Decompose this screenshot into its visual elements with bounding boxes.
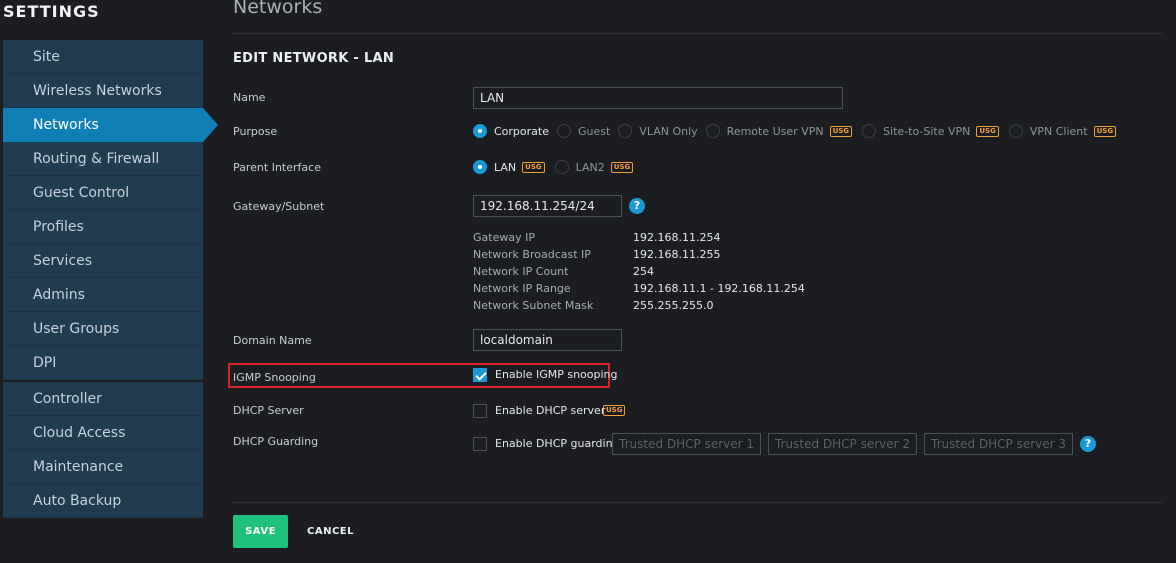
purpose-radio-group: Corporate Guest VLAN Only Remote User VP… [473, 124, 1126, 138]
dhcp-server-check-label[interactable]: Enable DHCP server [495, 404, 605, 417]
broadcast-ip-value: 192.168.11.255 [633, 248, 721, 261]
igmp-snooping-label: IGMP Snooping [233, 371, 316, 384]
dhcp-guarding-label: DHCP Guarding [233, 435, 319, 448]
purpose-vlan-only-label[interactable]: VLAN Only [639, 125, 697, 138]
ip-count-value: 254 [633, 265, 654, 278]
form-title: EDIT NETWORK - LAN [233, 51, 395, 66]
gateway-subnet-label: Gateway/Subnet [233, 200, 325, 213]
usg-badge: USG [829, 125, 853, 137]
nav-item-dpi[interactable]: DPI [3, 346, 203, 380]
dhcp-server-label: DHCP Server [233, 404, 304, 417]
purpose-remote-user-vpn-label[interactable]: Remote User VPN [727, 125, 824, 138]
nav-item-routing-firewall[interactable]: Routing & Firewall [3, 142, 203, 176]
purpose-site-to-site-vpn-radio[interactable] [862, 124, 877, 138]
nav-item-site[interactable]: Site [3, 40, 203, 74]
gateway-ip-value: 192.168.11.254 [633, 231, 721, 244]
cancel-button[interactable]: CANCEL [307, 515, 354, 548]
nav-item-wireless-networks[interactable]: Wireless Networks [3, 74, 203, 108]
purpose-site-to-site-vpn-label[interactable]: Site-to-Site VPN [883, 125, 970, 138]
usg-badge: USG [522, 161, 545, 173]
nav-item-maintenance[interactable]: Maintenance [3, 450, 203, 484]
broadcast-ip-key: Network Broadcast IP [473, 248, 591, 261]
nav-item-profiles[interactable]: Profiles [3, 210, 203, 244]
purpose-corporate-label[interactable]: Corporate [494, 125, 549, 138]
dhcp-guarding-check-label[interactable]: Enable DHCP guarding [495, 437, 620, 450]
save-button[interactable]: SAVE [233, 515, 288, 548]
igmp-snooping-checkbox[interactable] [473, 368, 487, 382]
ip-count-key: Network IP Count [473, 265, 569, 278]
purpose-guest-label[interactable]: Guest [578, 125, 610, 138]
gateway-subnet-input[interactable]: 192.168.11.254/24 [473, 195, 622, 217]
igmp-snooping-check-label[interactable]: Enable IGMP snooping [495, 368, 618, 381]
parent-interface-lan2-label[interactable]: LAN2 [576, 161, 605, 174]
purpose-vpn-client-label[interactable]: VPN Client [1030, 125, 1088, 138]
dhcp-guarding-checkbox[interactable] [473, 437, 487, 451]
usg-badge: USG [1093, 125, 1117, 137]
footer-divider [233, 502, 1162, 503]
trusted-dhcp-server-2-input[interactable]: Trusted DHCP server 2 [768, 433, 917, 455]
usg-badge: USG [976, 125, 999, 137]
subnet-mask-value: 255.255.255.0 [633, 299, 714, 312]
nav-group-site: Site Wireless Networks Networks Routing … [3, 40, 218, 380]
ip-range-key: Network IP Range [473, 282, 571, 295]
parent-interface-label: Parent Interface [233, 161, 321, 174]
domain-name-input[interactable]: localdomain [473, 329, 622, 351]
usg-badge: USG [610, 161, 634, 173]
trusted-dhcp-server-3-input[interactable]: Trusted DHCP server 3 [924, 433, 1073, 455]
nav-item-cloud-access[interactable]: Cloud Access [3, 416, 203, 450]
ip-range-value: 192.168.11.1 - 192.168.11.254 [633, 282, 805, 295]
dhcp-guarding-help-icon[interactable]: ? [1080, 436, 1096, 452]
name-input[interactable]: LAN [473, 87, 843, 109]
nav-item-guest-control[interactable]: Guest Control [3, 176, 203, 210]
nav-item-services[interactable]: Services [3, 244, 203, 278]
settings-heading: SETTINGS [3, 2, 100, 21]
nav-item-admins[interactable]: Admins [3, 278, 203, 312]
dhcp-server-checkbox[interactable] [473, 404, 487, 418]
nav-group-controller: Controller Cloud Access Maintenance Auto… [3, 382, 203, 518]
nav-item-controller[interactable]: Controller [3, 382, 203, 416]
purpose-vlan-only-radio[interactable] [618, 124, 633, 138]
purpose-remote-user-vpn-radio[interactable] [705, 124, 720, 138]
gateway-ip-key: Gateway IP [473, 231, 535, 244]
purpose-label: Purpose [233, 125, 278, 138]
parent-interface-lan-label[interactable]: LAN [494, 161, 516, 174]
usg-badge: USG [603, 405, 626, 416]
name-label: Name [233, 91, 266, 104]
subnet-mask-key: Network Subnet Mask [473, 299, 594, 312]
domain-name-label: Domain Name [233, 334, 312, 347]
nav-item-networks[interactable]: Networks [3, 108, 218, 142]
purpose-guest-radio[interactable] [557, 124, 571, 138]
purpose-corporate-radio[interactable] [473, 124, 487, 138]
page-title: Networks [233, 0, 323, 18]
gateway-help-icon[interactable]: ? [629, 198, 645, 214]
parent-interface-lan-radio[interactable] [473, 160, 487, 174]
trusted-dhcp-server-1-input[interactable]: Trusted DHCP server 1 [612, 433, 761, 455]
nav-item-user-groups[interactable]: User Groups [3, 312, 203, 346]
parent-interface-lan2-radio[interactable] [554, 160, 569, 174]
nav-item-auto-backup[interactable]: Auto Backup [3, 484, 203, 518]
header-divider [233, 33, 1162, 34]
settings-nav: Site Wireless Networks Networks Routing … [3, 40, 218, 518]
parent-interface-radio-group: LAN USG LAN2 USG [473, 160, 643, 174]
purpose-vpn-client-radio[interactable] [1008, 124, 1023, 138]
